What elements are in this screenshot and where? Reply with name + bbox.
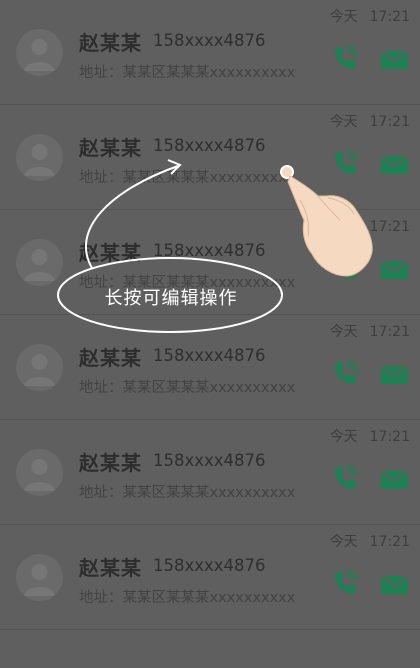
avatar-icon	[16, 344, 63, 391]
contact-phone: 158xxxx4876	[153, 136, 266, 155]
timestamp: 今天 17:21	[329, 534, 410, 550]
phone-icon[interactable]	[333, 255, 359, 281]
timestamp: 今天 17:21	[329, 219, 410, 235]
contact-address: 地址：某某区某某某xxxxxxxxxx	[79, 485, 296, 501]
phone-icon[interactable]	[333, 150, 359, 176]
mail-icon[interactable]	[380, 470, 409, 489]
phone-icon[interactable]	[333, 45, 359, 71]
avatar-icon	[16, 239, 63, 286]
contact-row[interactable]: 今天 17:21 赵某某 158xxxx4876 地址：某某区某某某xxxxxxx…	[0, 105, 420, 210]
contact-row[interactable]: 今天 17:21 赵某某 158xxxx4876 地址：某某区某某某xxxxxxx…	[0, 420, 420, 525]
contact-row[interactable]: 今天 17:21 赵某某 158xxxx4876 地址：某某区某某某xxxxxxx…	[0, 210, 420, 315]
avatar-icon	[16, 449, 63, 496]
avatar-icon	[16, 554, 63, 601]
timestamp: 今天 17:21	[329, 9, 410, 25]
contact-phone: 158xxxx4876	[153, 31, 266, 50]
phone-icon[interactable]	[333, 570, 359, 596]
avatar-icon	[16, 134, 63, 181]
contact-address: 地址：某某区某某某xxxxxxxxxx	[79, 275, 296, 291]
contact-list: 今天 17:21 赵某某 158xxxx4876 地址：某某区某某某xxxxxxx…	[0, 0, 420, 668]
mail-icon[interactable]	[380, 155, 409, 174]
contact-phone: 158xxxx4876	[153, 346, 266, 365]
mail-icon[interactable]	[380, 50, 409, 69]
contact-phone: 158xxxx4876	[153, 451, 266, 470]
mail-icon[interactable]	[380, 365, 409, 384]
contact-name: 赵某某	[79, 556, 142, 580]
contact-address: 地址：某某区某某某xxxxxxxxxx	[79, 65, 296, 81]
phone-icon[interactable]	[333, 360, 359, 386]
phone-icon[interactable]	[333, 465, 359, 491]
contact-address: 地址：某某区某某某xxxxxxxxxx	[79, 170, 296, 186]
contact-row[interactable]: 今天 17:21 赵某某 158xxxx4876 地址：某某区某某某xxxxxxx…	[0, 525, 420, 630]
contact-name: 赵某某	[79, 241, 142, 265]
mail-icon[interactable]	[380, 575, 409, 594]
contact-phone: 158xxxx4876	[153, 556, 266, 575]
timestamp: 今天 17:21	[329, 429, 410, 445]
contact-row[interactable]: 今天 17:21 赵某某 158xxxx4876 地址：某某区某某某xxxxxxx…	[0, 315, 420, 420]
contact-name: 赵某某	[79, 31, 142, 55]
avatar-icon	[16, 29, 63, 76]
contact-name: 赵某某	[79, 136, 142, 160]
contact-address: 地址：某某区某某某xxxxxxxxxx	[79, 590, 296, 606]
timestamp: 今天 17:21	[329, 324, 410, 340]
contact-name: 赵某某	[79, 346, 142, 370]
contact-phone: 158xxxx4876	[153, 241, 266, 260]
contact-row[interactable]: 今天 17:21 赵某某 158xxxx4876 地址：某某区某某某xxxxxxx…	[0, 0, 420, 105]
mail-icon[interactable]	[380, 260, 409, 279]
timestamp: 今天 17:21	[329, 114, 410, 130]
contact-name: 赵某某	[79, 451, 142, 475]
contact-address: 地址：某某区某某某xxxxxxxxxx	[79, 380, 296, 396]
